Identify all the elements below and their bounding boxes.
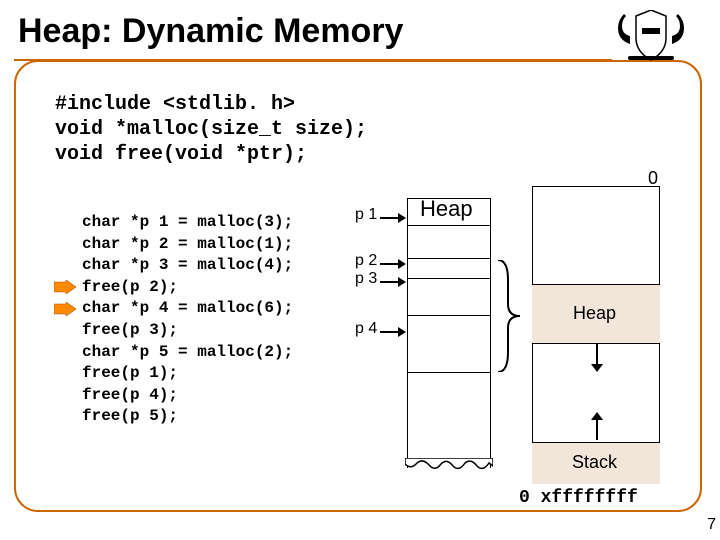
page-number: 7 (707, 516, 716, 534)
grow-up-arrow-icon (590, 412, 604, 440)
heap-divider (407, 278, 491, 279)
step-arrow-icon (54, 302, 76, 316)
pointer-label-p1: p 1 (355, 206, 377, 224)
title-bar: Heap: Dynamic Memory (14, 12, 702, 61)
princeton-crest-icon (612, 10, 690, 62)
brace-icon (494, 260, 524, 372)
pointer-arrow-icon (380, 276, 406, 288)
grow-down-arrow-icon (590, 344, 604, 372)
pointer-arrow-icon (380, 212, 406, 224)
heap-divider (407, 372, 491, 373)
memory-max-address: 0 xffffffff (519, 488, 638, 508)
heap-divider (407, 258, 491, 259)
step-arrow-icon (54, 280, 76, 294)
pointer-label-p4: p 4 (355, 320, 377, 338)
heap-column (407, 198, 491, 468)
memory-heap-label: Heap (573, 303, 616, 324)
code-declarations: #include <stdlib. h> void *malloc(size_t… (55, 92, 367, 167)
pointer-label-p2: p 2 (355, 252, 377, 270)
page-title: Heap: Dynamic Memory (14, 12, 612, 57)
pointer-arrow-icon (380, 326, 406, 338)
memory-stack-label: Stack (572, 452, 617, 473)
code-sequence: char *p 1 = malloc(3); char *p 2 = mallo… (82, 212, 293, 428)
heap-torn-edge-icon (405, 458, 493, 472)
memory-zero-label: 0 (648, 168, 658, 189)
heap-column-title: Heap (420, 196, 473, 222)
pointer-arrow-icon (380, 258, 406, 270)
pointer-label-p3: p 3 (355, 270, 377, 288)
heap-divider (407, 225, 491, 226)
heap-divider (407, 315, 491, 316)
